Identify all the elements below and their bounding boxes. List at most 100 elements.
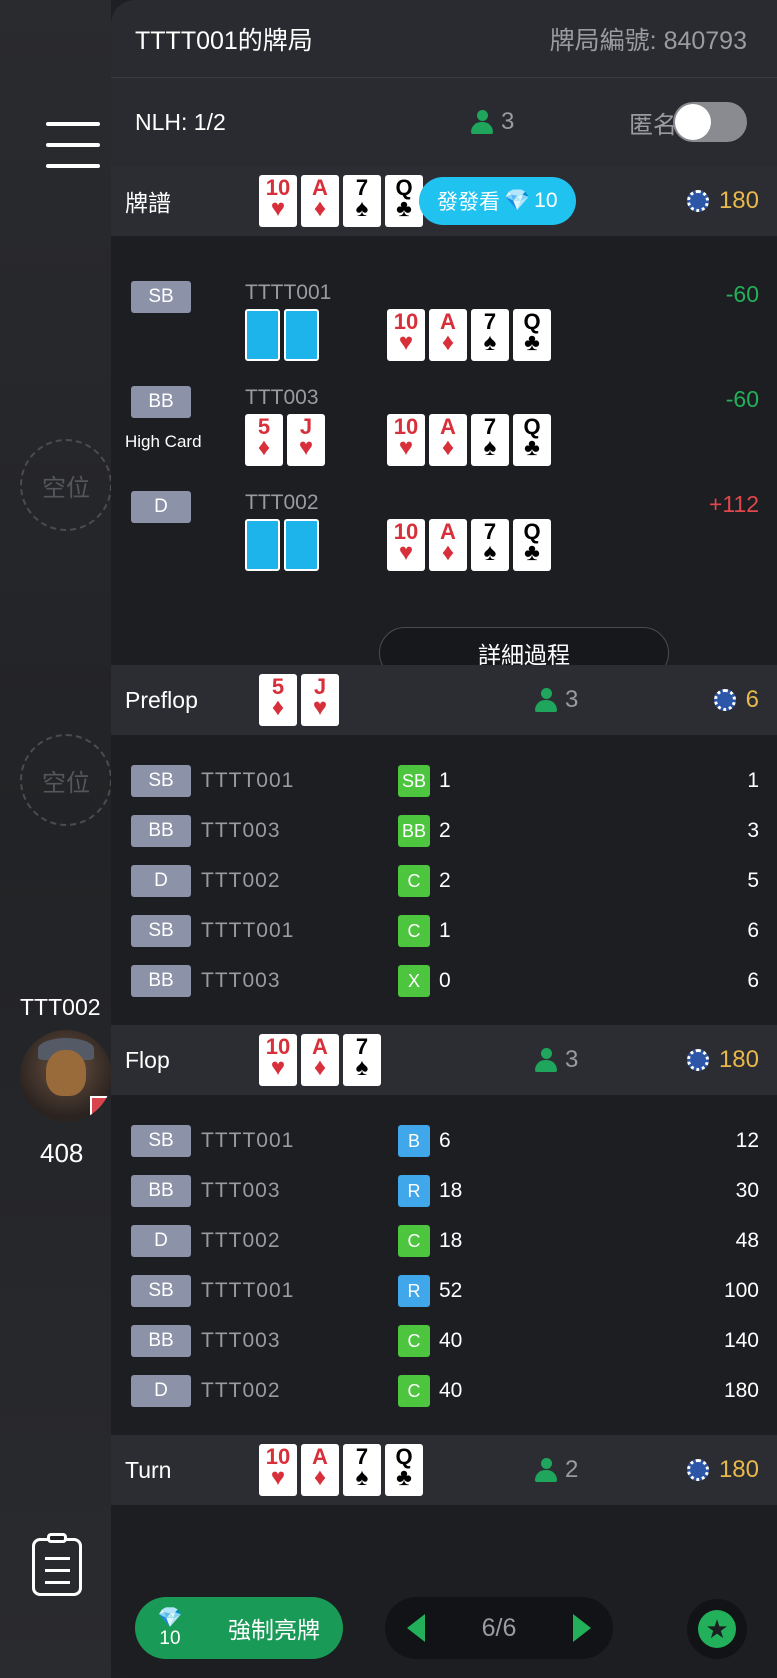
section-cards: 10 ♥ A ♦ 7 ♠ (259, 1034, 381, 1086)
player-name: TTT002 (201, 869, 281, 892)
pot-amount: 6 (713, 686, 759, 714)
position-badge: SB (131, 1125, 191, 1157)
avatar[interactable] (20, 1030, 112, 1122)
action-amount: 1 (439, 769, 451, 792)
card-back (245, 309, 280, 361)
running-total: 48 (735, 1229, 759, 1252)
position-badge: BB (131, 1175, 191, 1207)
section-label: Turn (125, 1456, 172, 1483)
deal-preview-button[interactable]: 發發看 💎 10 (419, 177, 576, 225)
action-row: BB TTT003 C 40 140 (111, 1315, 777, 1365)
playing-card: A ♦ (301, 1034, 339, 1086)
action-row: D TTT002 C 18 48 (111, 1215, 777, 1265)
action-amount: 6 (439, 1129, 451, 1152)
running-total: 12 (735, 1129, 759, 1152)
person-icon (535, 1458, 557, 1482)
player-count: 3 (535, 1046, 578, 1074)
action-amount: 52 (439, 1279, 463, 1302)
chip-icon (686, 1459, 709, 1481)
empty-seat[interactable]: 空位 (20, 734, 112, 826)
pager: 6/6 (385, 1597, 613, 1659)
action-badge: C (398, 865, 430, 897)
playing-card: A ♦ (301, 1444, 339, 1496)
menu-icon[interactable] (46, 122, 100, 168)
board-cards: 10 ♥ A ♦ 7 ♠ Q ♣ (387, 519, 551, 571)
action-amount: 40 (439, 1329, 463, 1352)
playing-card: A ♦ (429, 414, 467, 466)
favorite-button[interactable]: ★ (687, 1599, 747, 1659)
action-row: BB TTT003 X 0 6 (111, 955, 777, 1005)
player-name: TTT002 (201, 1229, 281, 1252)
playing-card: 7 ♠ (343, 1444, 381, 1496)
summary-row: SB TTTT001 -60 10 ♥ A ♦ 7 ♠ Q ♣ (111, 281, 777, 386)
content: 牌譜 10 ♥ A ♦ 7 ♠ Q ♣ 發發看 💎 10 180 SB TTTT001 -60 10 ♥ A ♦ 7 ♠ Q… (111, 0, 777, 1575)
running-total: 5 (747, 869, 759, 892)
net-result: +112 (708, 491, 759, 517)
playing-card: 10 ♥ (259, 1444, 297, 1496)
card-back (245, 519, 280, 571)
player-chips: 408 (40, 1138, 84, 1168)
section-header: Preflop 5 ♦ J ♥ 3 6 (111, 665, 777, 735)
board-cards: 10 ♥ A ♦ 7 ♠ Q ♣ (387, 309, 551, 361)
playing-card: Q ♣ (513, 519, 551, 571)
net-result: -60 (725, 281, 759, 307)
playing-card: A ♦ (301, 175, 339, 227)
playing-card: 5 ♦ (259, 674, 297, 726)
running-total: 6 (747, 969, 759, 992)
empty-seat[interactable]: 空位 (20, 439, 112, 531)
action-badge: C (398, 1225, 430, 1257)
action-badge: R (398, 1275, 430, 1307)
section-cards: 5 ♦ J ♥ (259, 674, 339, 726)
chip-icon (686, 190, 709, 212)
position-badge: D (131, 491, 191, 523)
playing-card: 7 ♠ (343, 1034, 381, 1086)
action-amount: 18 (439, 1179, 463, 1202)
player-name: TTT003 (201, 969, 281, 992)
action-badge: SB (398, 765, 430, 797)
summary-row: D TTT002 +112 10 ♥ A ♦ 7 ♠ Q ♣ (111, 491, 777, 596)
action-amount: 1 (439, 919, 451, 942)
section-header: Turn 10 ♥ A ♦ 7 ♠ Q ♣ 2 180 (111, 1435, 777, 1505)
person-icon (535, 1048, 557, 1072)
position-badge: BB (131, 815, 191, 847)
pot-amount: 180 (686, 187, 759, 215)
position-badge: D (131, 865, 191, 897)
player-count: 3 (535, 686, 578, 714)
page-indicator: 6/6 (481, 1613, 517, 1642)
action-amount: 0 (439, 969, 451, 992)
playing-card: 5 ♦ (245, 414, 283, 466)
running-total: 100 (723, 1279, 759, 1302)
summary-row: BB TTT003 -60 High Card 5 ♦ J ♥ 10 ♥ A ♦ 7 ♠ Q ♣ (111, 386, 777, 491)
playing-card: Q ♣ (385, 175, 423, 227)
action-row: BB TTT003 BB 2 3 (111, 805, 777, 855)
playing-card: 10 ♥ (259, 1034, 297, 1086)
player-name: TTTT001 (201, 919, 295, 942)
player-name: TTT003 (201, 1329, 281, 1352)
prev-arrow-icon[interactable] (407, 1614, 425, 1642)
section-label: Flop (125, 1046, 170, 1073)
action-badge: X (398, 965, 430, 997)
position-badge: D (131, 1225, 191, 1257)
next-arrow-icon[interactable] (572, 1614, 591, 1642)
running-total: 1 (747, 769, 759, 792)
action-row: D TTT002 C 2 5 (111, 855, 777, 905)
playing-card: J ♥ (301, 674, 339, 726)
hand-rank: High Card (125, 432, 202, 451)
card-back (284, 309, 319, 361)
card-back (284, 519, 319, 571)
position-badge: BB (131, 386, 191, 418)
clipboard-icon[interactable] (32, 1533, 82, 1596)
diamond-cost: 💎 10 (135, 1607, 205, 1650)
action-row: SB TTTT001 SB 1 1 (111, 755, 777, 805)
player-name: TTT002 (20, 994, 101, 1020)
person-icon (535, 688, 557, 712)
section-label: Preflop (125, 686, 198, 713)
action-row: SB TTTT001 C 1 6 (111, 905, 777, 955)
action-badge: C (398, 915, 430, 947)
hole-cards (245, 309, 319, 361)
running-total: 6 (747, 919, 759, 942)
running-total: 30 (735, 1179, 759, 1202)
force-show-button[interactable]: 💎 10 強制亮牌 (135, 1597, 343, 1659)
chip-icon (686, 1049, 709, 1071)
playing-card: Q ♣ (513, 414, 551, 466)
